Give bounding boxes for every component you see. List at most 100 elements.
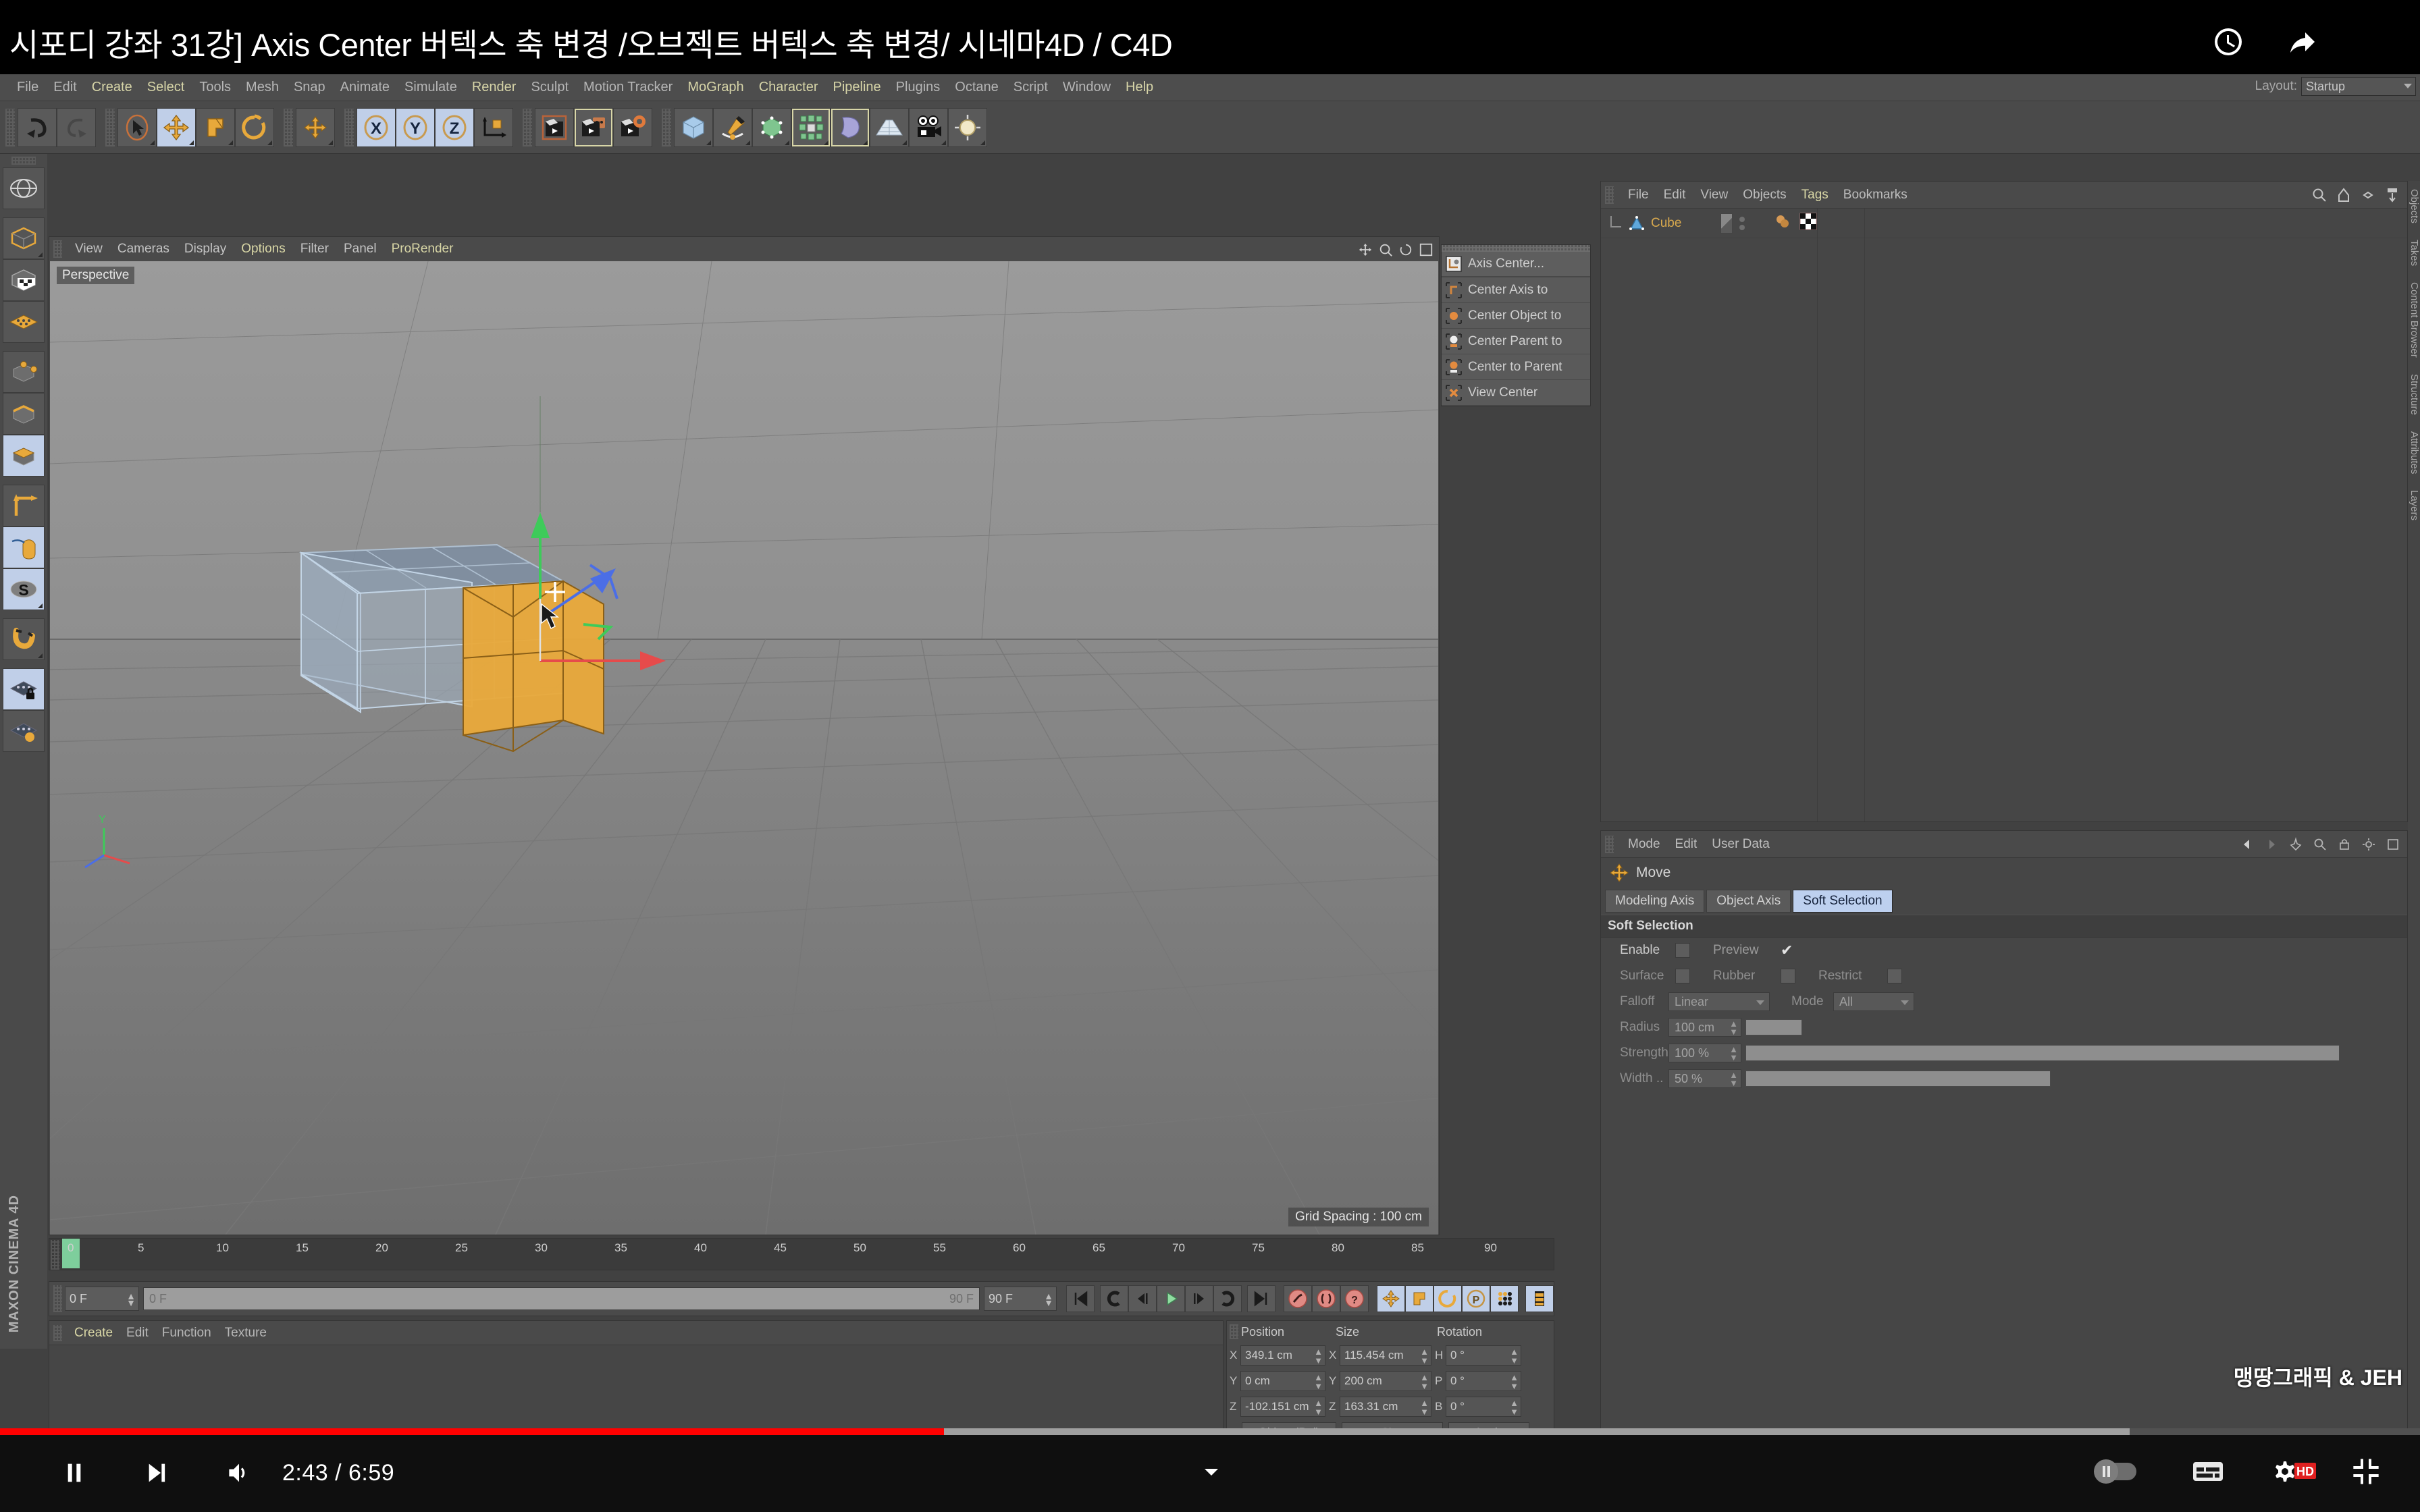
object-menu-bookmarks[interactable]: Bookmarks: [1836, 186, 1915, 204]
timeline-grip[interactable]: [51, 1240, 59, 1270]
stepper-icon[interactable]: ▲ ▼: [1510, 1347, 1519, 1365]
add-nurbs-button[interactable]: [752, 107, 791, 147]
x-axis-lock[interactable]: X: [357, 107, 396, 147]
show-more-chevron-icon[interactable]: [1195, 1455, 1228, 1491]
attributes-menu-mode[interactable]: Mode: [1621, 836, 1668, 853]
add-camera-button[interactable]: [909, 107, 948, 147]
width-field[interactable]: 50 % ▲ ▼: [1668, 1069, 1741, 1088]
toolbar-grip-6[interactable]: [662, 108, 671, 146]
width-slider[interactable]: [1745, 1071, 2051, 1087]
menu-sculpt[interactable]: Sculpt: [523, 78, 576, 97]
move-tool[interactable]: [157, 107, 196, 147]
render-settings-button[interactable]: [613, 107, 652, 147]
menu-octane[interactable]: Octane: [947, 78, 1005, 97]
object-menu-file[interactable]: File: [1621, 186, 1656, 204]
next-video-button[interactable]: [135, 1453, 176, 1493]
next-key-button[interactable]: [1213, 1285, 1242, 1312]
side-tab-structure[interactable]: Structure: [2408, 366, 2420, 423]
viewport-menu-cameras[interactable]: Cameras: [110, 240, 177, 258]
add-deformer-button[interactable]: [831, 107, 870, 147]
material-menu-texture[interactable]: Texture: [218, 1324, 273, 1342]
undo-view-tool[interactable]: [3, 167, 45, 209]
material-manager-grip[interactable]: [53, 1324, 62, 1341]
add-cube-button[interactable]: [674, 107, 713, 147]
workplane-lock[interactable]: [3, 668, 45, 710]
menu-center-axis-to[interactable]: Center Axis to: [1442, 277, 1590, 303]
options-icon[interactable]: [2386, 837, 2400, 852]
stepper-icon[interactable]: ▲ ▼: [1729, 1019, 1738, 1036]
stepper-icon[interactable]: ▲ ▼: [1729, 1045, 1738, 1062]
y-axis-lock[interactable]: Y: [396, 107, 435, 147]
rotation-h-field[interactable]: 0 ° ▲ ▼: [1446, 1345, 1521, 1366]
attributes-grip[interactable]: [1605, 835, 1614, 853]
tab-object-axis[interactable]: Object Axis: [1706, 890, 1791, 913]
object-menu-edit[interactable]: Edit: [1656, 186, 1693, 204]
enable-snap[interactable]: S: [3, 568, 45, 610]
video-progress-bar[interactable]: [0, 1428, 2420, 1435]
points-mode[interactable]: [3, 351, 45, 393]
rotate-view-icon[interactable]: [1398, 242, 1413, 257]
current-frame-field[interactable]: 0 F ▲ ▼: [65, 1287, 139, 1311]
workplane-grid[interactable]: [3, 710, 45, 752]
menu-snap[interactable]: Snap: [286, 78, 333, 97]
add-floor-button[interactable]: [870, 107, 909, 147]
stepper-icon[interactable]: ▲ ▼: [126, 1291, 136, 1307]
workplane-mode[interactable]: [3, 301, 45, 343]
watch-later-icon[interactable]: [2212, 26, 2244, 58]
timeline-track[interactable]: 0 5 10 15 20 25 30 35 40 45 50 55 60 65 …: [62, 1239, 1635, 1270]
move-duplicate-tool[interactable]: [296, 107, 335, 147]
menu-mograph[interactable]: MoGraph: [680, 78, 751, 97]
falloff-dropdown[interactable]: Linear: [1668, 992, 1770, 1011]
object-menu-tags[interactable]: Tags: [1794, 186, 1836, 204]
add-array-button[interactable]: [791, 107, 831, 147]
tab-modeling-axis[interactable]: Modeling Axis: [1605, 890, 1705, 913]
enable-checkbox[interactable]: [1675, 943, 1690, 958]
material-menu-edit[interactable]: Edit: [120, 1324, 155, 1342]
menu-select[interactable]: Select: [140, 78, 192, 97]
position-z-field[interactable]: -102.151 cm ▲ ▼: [1240, 1397, 1325, 1417]
size-z-field[interactable]: 163.31 cm ▲ ▼: [1340, 1397, 1431, 1417]
arrow-up-icon[interactable]: [2336, 187, 2352, 203]
live-selection-tool[interactable]: [117, 107, 157, 147]
redo-button[interactable]: [57, 107, 96, 147]
menu-create[interactable]: Create: [84, 78, 140, 97]
stepper-icon[interactable]: ▲ ▼: [1044, 1291, 1053, 1307]
model-mode[interactable]: [3, 217, 45, 259]
side-tab-layers[interactable]: Layers: [2408, 482, 2420, 529]
render-to-picture-viewer-button[interactable]: [574, 107, 613, 147]
texture-tag-icon[interactable]: [1799, 212, 1818, 234]
search-icon[interactable]: [2311, 187, 2327, 203]
radius-field[interactable]: 100 cm ▲ ▼: [1668, 1018, 1741, 1037]
keyframe-selection-button[interactable]: ?: [1340, 1285, 1369, 1312]
render-view-button[interactable]: [535, 107, 574, 147]
rotation-p-field[interactable]: 0 ° ▲ ▼: [1446, 1371, 1521, 1391]
scale-key-button[interactable]: [1405, 1285, 1433, 1312]
stepper-icon[interactable]: ▲ ▼: [1420, 1399, 1429, 1416]
phong-tag-icon[interactable]: [1773, 212, 1792, 234]
toolbar-grip[interactable]: [5, 108, 15, 146]
size-y-field[interactable]: 200 cm ▲ ▼: [1340, 1371, 1431, 1391]
tab-soft-selection[interactable]: Soft Selection: [1793, 890, 1893, 913]
viewport-solo-single[interactable]: [3, 526, 45, 568]
strength-field[interactable]: 100 % ▲ ▼: [1668, 1044, 1741, 1062]
object-menu-objects[interactable]: Objects: [1735, 186, 1793, 204]
toolbar-grip-5[interactable]: [523, 108, 532, 146]
autokeying-button[interactable]: [1312, 1285, 1340, 1312]
parameter-key-button[interactable]: P: [1462, 1285, 1490, 1312]
menu-center-object-to[interactable]: Center Object to: [1442, 303, 1590, 329]
previous-frame-button[interactable]: [1128, 1285, 1157, 1312]
add-spline-button[interactable]: [713, 107, 752, 147]
stepper-icon[interactable]: ▲ ▼: [1420, 1373, 1429, 1390]
menu-pipeline[interactable]: Pipeline: [826, 78, 889, 97]
polygons-mode[interactable]: [3, 435, 45, 477]
forward-arrow-icon[interactable]: [2264, 837, 2279, 852]
rotation-b-field[interactable]: 0 ° ▲ ▼: [1446, 1397, 1521, 1417]
stepper-icon[interactable]: ▲ ▼: [1314, 1373, 1323, 1390]
rotate-tool[interactable]: [235, 107, 274, 147]
play-button[interactable]: [1157, 1285, 1185, 1312]
toolbar-grip-4[interactable]: [344, 108, 354, 146]
stepper-icon[interactable]: ▲ ▼: [1420, 1347, 1429, 1365]
scale-tool[interactable]: [196, 107, 235, 147]
material-menu-create[interactable]: Create: [68, 1324, 120, 1342]
strength-slider[interactable]: [1745, 1045, 2340, 1061]
